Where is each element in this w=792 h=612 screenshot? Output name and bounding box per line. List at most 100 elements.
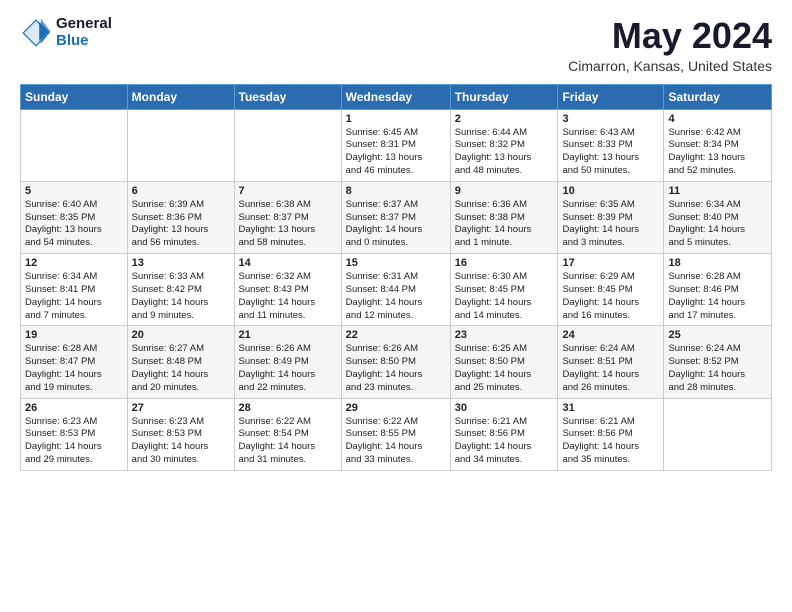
day-info: Sunrise: 6:44 AMSunset: 8:32 PMDaylight:… (455, 127, 554, 178)
day-info: Sunrise: 6:26 AMSunset: 8:49 PMDaylight:… (239, 343, 337, 394)
day-info: Sunrise: 6:27 AMSunset: 8:48 PMDaylight:… (132, 343, 230, 394)
day-info: Sunrise: 6:24 AMSunset: 8:51 PMDaylight:… (562, 343, 659, 394)
calendar-week-row: 1Sunrise: 6:45 AMSunset: 8:31 PMDaylight… (21, 109, 772, 181)
calendar-cell: 18 Sunrise: 6:28 AMSunset: 8:46 PMDayligh… (664, 254, 772, 326)
weekday-header: Wednesday (341, 84, 450, 109)
calendar-cell: 22Sunrise: 6:26 AMSunset: 8:50 PMDayligh… (341, 326, 450, 398)
day-number: 29 (346, 402, 446, 414)
calendar-header-row: SundayMondayTuesdayWednesdayThursdayFrid… (21, 84, 772, 109)
calendar-week-row: 12 Sunrise: 6:34 AMSunset: 8:41 PMDayligh… (21, 254, 772, 326)
day-info: Sunrise: 6:36 AMSunset: 8:38 PMDaylight:… (455, 199, 554, 250)
day-info: Sunrise: 6:29 AMSunset: 8:45 PMDaylight:… (562, 271, 659, 322)
weekday-header: Friday (558, 84, 664, 109)
logo-general-text: General (56, 16, 112, 33)
calendar-cell: 26Sunrise: 6:23 AMSunset: 8:53 PMDayligh… (21, 398, 128, 470)
weekday-header: Monday (127, 84, 234, 109)
day-number: 13 (132, 257, 230, 269)
day-info: Sunrise: 6:45 AMSunset: 8:31 PMDaylight:… (346, 127, 446, 178)
day-info: Sunrise: 6:25 AMSunset: 8:50 PMDaylight:… (455, 343, 554, 394)
day-number: 24 (562, 329, 659, 341)
logo-icon (20, 17, 52, 49)
day-info: Sunrise: 6:21 AMSunset: 8:56 PMDaylight:… (562, 416, 659, 467)
calendar-cell (21, 109, 128, 181)
calendar-cell: 21 Sunrise: 6:26 AMSunset: 8:49 PMDayligh… (234, 326, 341, 398)
logo-text: General Blue (56, 16, 112, 49)
day-number: 15 (346, 257, 446, 269)
weekday-header: Saturday (664, 84, 772, 109)
day-number: 27 (132, 402, 230, 414)
calendar-cell: 7 Sunrise: 6:38 AMSunset: 8:37 PMDaylight… (234, 181, 341, 253)
day-number: 4 (668, 113, 767, 125)
day-info: Sunrise: 6:40 AMSunset: 8:35 PMDaylight:… (25, 199, 123, 250)
calendar-cell: 14Sunrise: 6:32 AMSunset: 8:43 PMDayligh… (234, 254, 341, 326)
weekday-header: Thursday (450, 84, 558, 109)
day-number: 5 (25, 185, 123, 197)
day-info: Sunrise: 6:22 AMSunset: 8:54 PMDaylight:… (239, 416, 337, 467)
day-info: Sunrise: 6:37 AMSunset: 8:37 PMDaylight:… (346, 199, 446, 250)
day-number: 8 (346, 185, 446, 197)
day-number: 30 (455, 402, 554, 414)
day-info: Sunrise: 6:35 AMSunset: 8:39 PMDaylight:… (562, 199, 659, 250)
day-number: 25 (668, 329, 767, 341)
day-info: Sunrise: 6:23 AMSunset: 8:53 PMDaylight:… (132, 416, 230, 467)
day-number: 12 (25, 257, 123, 269)
weekday-header: Sunday (21, 84, 128, 109)
calendar-cell (664, 398, 772, 470)
month-title: May 2024 (568, 16, 772, 56)
calendar-cell: 30 Sunrise: 6:21 AMSunset: 8:56 PMDayligh… (450, 398, 558, 470)
day-number: 3 (562, 113, 659, 125)
day-number: 18 (668, 257, 767, 269)
day-number: 7 (239, 185, 337, 197)
day-info: Sunrise: 6:28 AMSunset: 8:46 PMDaylight:… (668, 271, 767, 322)
calendar-cell: 8 Sunrise: 6:37 AMSunset: 8:37 PMDaylight… (341, 181, 450, 253)
day-info: Sunrise: 6:31 AMSunset: 8:44 PMDaylight:… (346, 271, 446, 322)
calendar-cell: 24 Sunrise: 6:24 AMSunset: 8:51 PMDayligh… (558, 326, 664, 398)
calendar-cell: 6 Sunrise: 6:39 AMSunset: 8:36 PMDaylight… (127, 181, 234, 253)
calendar-cell: 20Sunrise: 6:27 AMSunset: 8:48 PMDayligh… (127, 326, 234, 398)
calendar-cell: 19 Sunrise: 6:28 AMSunset: 8:47 PMDayligh… (21, 326, 128, 398)
calendar-week-row: 26Sunrise: 6:23 AMSunset: 8:53 PMDayligh… (21, 398, 772, 470)
calendar-cell: 12 Sunrise: 6:34 AMSunset: 8:41 PMDayligh… (21, 254, 128, 326)
day-number: 14 (239, 257, 337, 269)
weekday-header: Tuesday (234, 84, 341, 109)
calendar-cell: 2Sunrise: 6:44 AMSunset: 8:32 PMDaylight… (450, 109, 558, 181)
calendar-cell: 1Sunrise: 6:45 AMSunset: 8:31 PMDaylight… (341, 109, 450, 181)
calendar-cell: 10 Sunrise: 6:35 AMSunset: 8:39 PMDayligh… (558, 181, 664, 253)
logo: General Blue (20, 16, 112, 49)
calendar-cell: 15 Sunrise: 6:31 AMSunset: 8:44 PMDayligh… (341, 254, 450, 326)
day-info: Sunrise: 6:39 AMSunset: 8:36 PMDaylight:… (132, 199, 230, 250)
day-number: 19 (25, 329, 123, 341)
day-number: 9 (455, 185, 554, 197)
day-info: Sunrise: 6:42 AMSunset: 8:34 PMDaylight:… (668, 127, 767, 178)
page: General Blue May 2024 Cimarron, Kansas, … (0, 0, 792, 612)
day-number: 17 (562, 257, 659, 269)
day-number: 21 (239, 329, 337, 341)
day-number: 31 (562, 402, 659, 414)
day-info: Sunrise: 6:21 AMSunset: 8:56 PMDaylight:… (455, 416, 554, 467)
calendar-table: SundayMondayTuesdayWednesdayThursdayFrid… (20, 84, 772, 471)
day-number: 10 (562, 185, 659, 197)
calendar-cell: 29 Sunrise: 6:22 AMSunset: 8:55 PMDayligh… (341, 398, 450, 470)
calendar-cell: 4 Sunrise: 6:42 AMSunset: 8:34 PMDaylight… (664, 109, 772, 181)
day-info: Sunrise: 6:38 AMSunset: 8:37 PMDaylight:… (239, 199, 337, 250)
day-number: 6 (132, 185, 230, 197)
day-info: Sunrise: 6:28 AMSunset: 8:47 PMDaylight:… (25, 343, 123, 394)
day-info: Sunrise: 6:26 AMSunset: 8:50 PMDaylight:… (346, 343, 446, 394)
day-info: Sunrise: 6:24 AMSunset: 8:52 PMDaylight:… (668, 343, 767, 394)
day-info: Sunrise: 6:22 AMSunset: 8:55 PMDaylight:… (346, 416, 446, 467)
header: General Blue May 2024 Cimarron, Kansas, … (20, 16, 772, 74)
day-number: 11 (668, 185, 767, 197)
day-info: Sunrise: 6:30 AMSunset: 8:45 PMDaylight:… (455, 271, 554, 322)
calendar-cell: 11Sunrise: 6:34 AMSunset: 8:40 PMDayligh… (664, 181, 772, 253)
calendar-cell: 25 Sunrise: 6:24 AMSunset: 8:52 PMDayligh… (664, 326, 772, 398)
day-info: Sunrise: 6:23 AMSunset: 8:53 PMDaylight:… (25, 416, 123, 467)
day-info: Sunrise: 6:43 AMSunset: 8:33 PMDaylight:… (562, 127, 659, 178)
day-number: 28 (239, 402, 337, 414)
calendar-cell: 27 Sunrise: 6:23 AMSunset: 8:53 PMDayligh… (127, 398, 234, 470)
day-info: Sunrise: 6:34 AMSunset: 8:41 PMDaylight:… (25, 271, 123, 322)
location-title: Cimarron, Kansas, United States (568, 58, 772, 74)
calendar-cell: 5 Sunrise: 6:40 AMSunset: 8:35 PMDaylight… (21, 181, 128, 253)
day-number: 16 (455, 257, 554, 269)
calendar-cell: 9 Sunrise: 6:36 AMSunset: 8:38 PMDaylight… (450, 181, 558, 253)
title-block: May 2024 Cimarron, Kansas, United States (568, 16, 772, 74)
